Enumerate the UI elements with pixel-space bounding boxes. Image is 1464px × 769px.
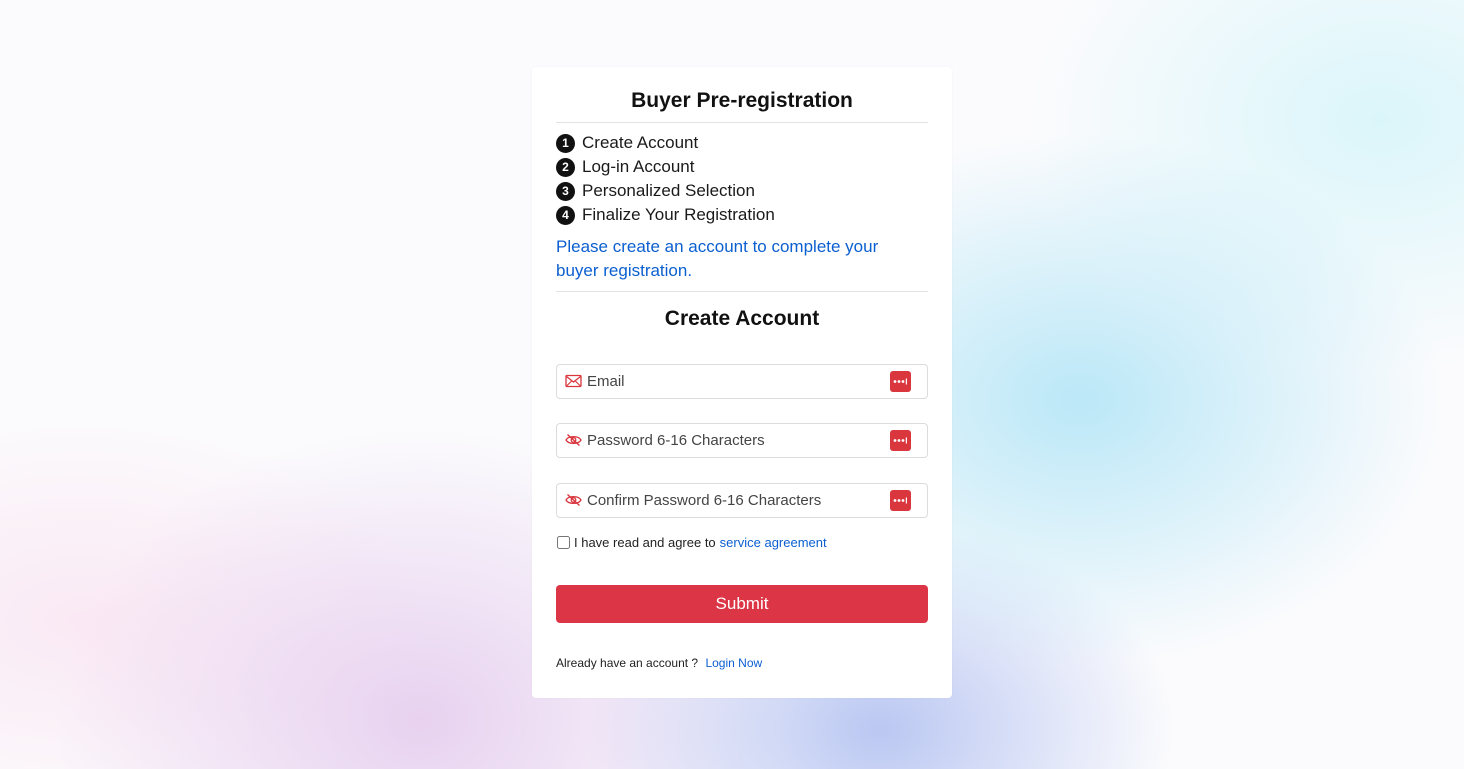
divider [556, 291, 928, 292]
divider [556, 122, 928, 123]
step-number-badge: 1 [556, 133, 575, 153]
step-item: 2 Log-in Account [556, 155, 775, 179]
login-prompt-row: Already have an account ? Login Now [556, 656, 762, 670]
password-manager-icon[interactable] [890, 490, 911, 511]
password-input[interactable] [587, 424, 877, 457]
steps-list: 1 Create Account 2 Log-in Account 3 Pers… [556, 131, 775, 227]
step-label: Personalized Selection [582, 181, 755, 200]
registration-notice: Please create an account to complete you… [556, 237, 879, 280]
agreement-checkbox[interactable] [557, 536, 570, 549]
confirm-password-field [556, 483, 928, 518]
step-item: 3 Personalized Selection [556, 179, 775, 203]
password-manager-icon[interactable] [890, 430, 911, 451]
page-title: Buyer Pre-registration [631, 89, 853, 112]
eye-off-icon[interactable] [565, 493, 582, 507]
registration-card: Buyer Pre-registration 1 Create Account … [532, 67, 952, 698]
step-label: Log-in Account [582, 157, 695, 176]
confirm-password-input[interactable] [587, 484, 877, 517]
email-field [556, 364, 928, 399]
password-field [556, 423, 928, 458]
step-number-badge: 2 [556, 157, 575, 177]
login-now-link[interactable]: Login Now [705, 656, 762, 670]
step-item: 4 Finalize Your Registration [556, 203, 775, 227]
password-manager-icon[interactable] [890, 371, 911, 392]
agreement-text: I have read and agree to [574, 535, 716, 550]
email-input[interactable] [587, 365, 877, 398]
form-heading: Create Account [664, 307, 820, 330]
step-item: 1 Create Account [556, 131, 775, 155]
step-label: Finalize Your Registration [582, 205, 775, 224]
submit-button[interactable]: Submit [556, 585, 928, 623]
envelope-icon [565, 374, 582, 388]
eye-off-icon[interactable] [565, 433, 582, 447]
service-agreement-link[interactable]: service agreement [720, 535, 827, 550]
step-label: Create Account [582, 133, 699, 152]
step-number-badge: 3 [556, 181, 575, 201]
agreement-row: I have read and agree to service agreeme… [556, 535, 827, 550]
login-prompt-text: Already have an account ? [556, 656, 699, 670]
step-number-badge: 4 [556, 205, 575, 225]
